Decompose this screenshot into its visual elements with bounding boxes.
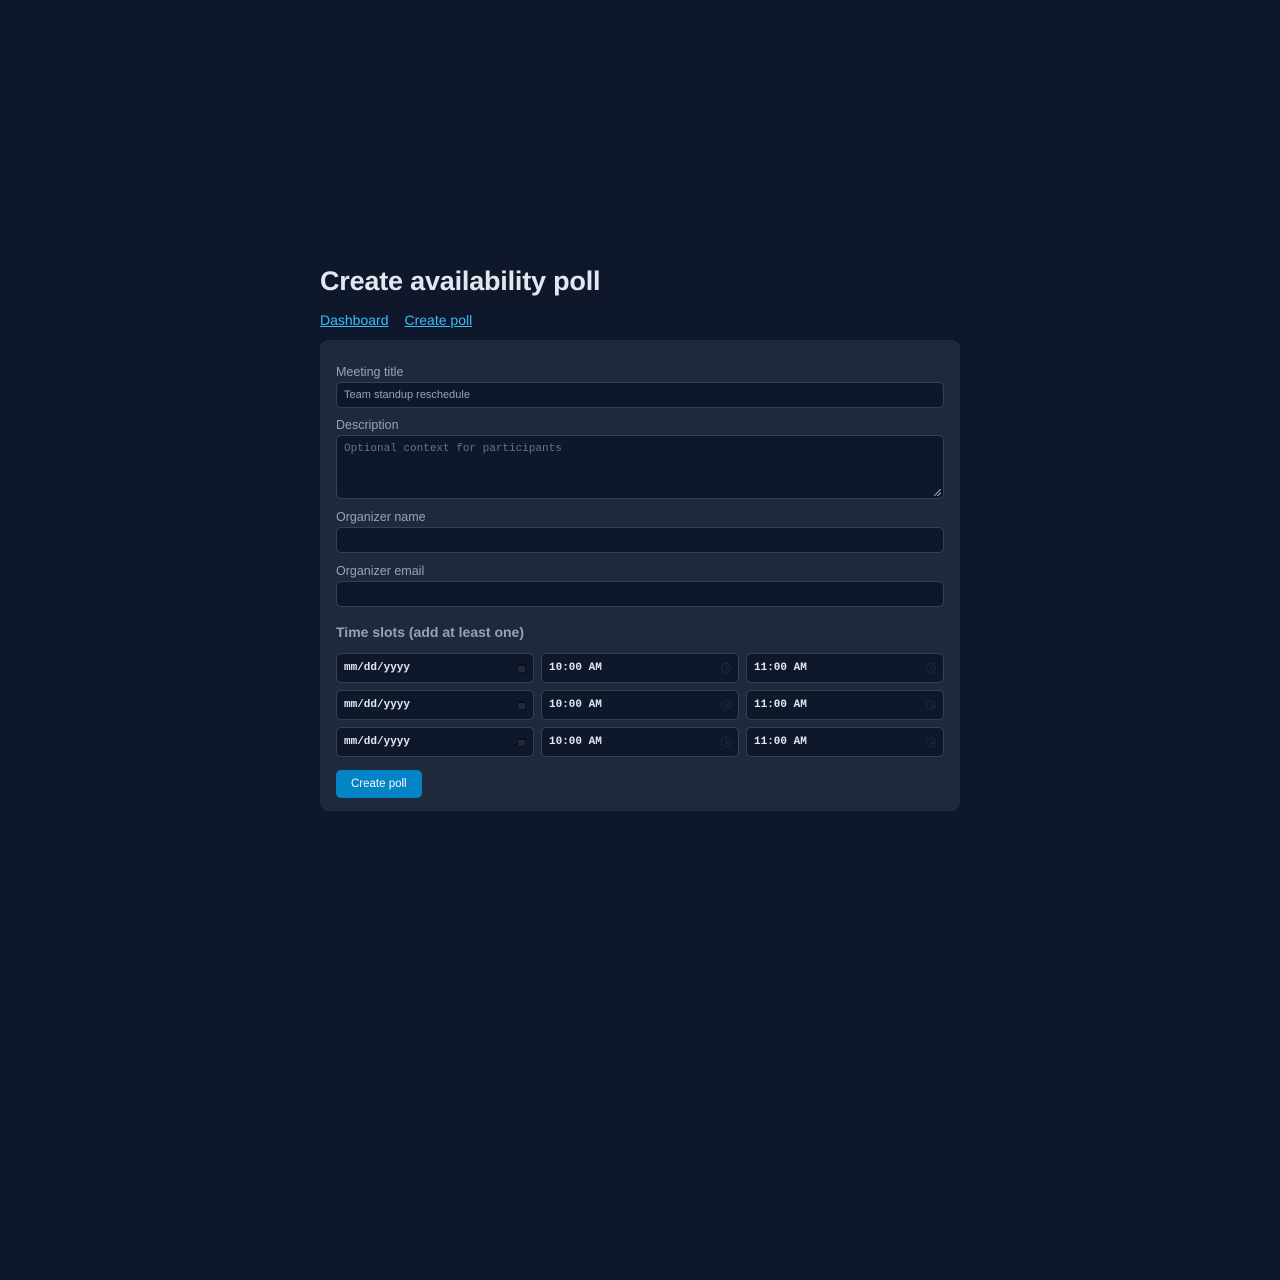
calendar-icon[interactable] [517,737,526,747]
organizer-name-label: Organizer name [336,510,426,524]
clock-icon[interactable] [721,700,731,710]
slot-start-time-input[interactable]: 10:00 AM [541,727,739,757]
nav-link-create-poll[interactable]: Create poll [405,311,473,329]
slot-start-time-input[interactable]: 10:00 AM [541,653,739,683]
time-slot-row: mm/dd/yyyy 10:00 AM 11:00 AM [336,727,944,757]
slot-end-value: 11:00 AM [754,699,807,711]
meeting-title-label: Meeting title [336,365,404,379]
page-container: Create availability poll Dashboard Creat… [320,262,960,811]
organizer-name-input[interactable] [336,527,944,553]
slot-start-value: 10:00 AM [549,699,602,711]
slot-start-time-input[interactable]: 10:00 AM [541,690,739,720]
description-placeholder: Optional context for participants [344,443,562,455]
nav-link-dashboard[interactable]: Dashboard [320,311,389,329]
page-title: Create availability poll [320,266,601,296]
slot-date-value: mm/dd/yyyy [344,736,411,748]
slot-start-value: 10:00 AM [549,736,602,748]
slot-date-input[interactable]: mm/dd/yyyy [336,690,534,720]
clock-icon[interactable] [926,737,936,747]
time-slot-row: mm/dd/yyyy 10:00 AM 11:00 AM [336,653,944,683]
clock-icon[interactable] [926,700,936,710]
calendar-icon[interactable] [517,700,526,710]
slot-end-time-input[interactable]: 11:00 AM [746,727,944,757]
time-slot-row: mm/dd/yyyy 10:00 AM 11:00 AM [336,690,944,720]
slot-date-input[interactable]: mm/dd/yyyy [336,727,534,757]
organizer-email-input[interactable] [336,581,944,607]
description-textarea[interactable]: Optional context for participants [336,435,944,499]
create-poll-button[interactable]: Create poll [336,770,422,798]
time-slots-list: mm/dd/yyyy 10:00 AM 11:00 AM mm/dd/yyyy [336,653,944,757]
create-poll-form: Meeting title Team standup reschedule De… [320,340,960,811]
slot-end-time-input[interactable]: 11:00 AM [746,690,944,720]
slot-end-time-input[interactable]: 11:00 AM [746,653,944,683]
slot-start-value: 10:00 AM [549,662,602,674]
clock-icon[interactable] [926,663,936,673]
slot-end-value: 11:00 AM [754,736,807,748]
slot-date-value: mm/dd/yyyy [344,662,411,674]
slot-end-value: 11:00 AM [754,662,807,674]
calendar-icon[interactable] [517,663,526,673]
organizer-email-label: Organizer email [336,564,425,578]
meeting-title-input[interactable]: Team standup reschedule [336,382,944,408]
clock-icon[interactable] [721,737,731,747]
resize-grip-icon[interactable] [934,489,941,496]
description-label: Description [336,418,399,432]
slot-date-input[interactable]: mm/dd/yyyy [336,653,534,683]
slot-date-value: mm/dd/yyyy [344,699,411,711]
clock-icon[interactable] [721,663,731,673]
top-nav: Dashboard Create poll [320,311,960,329]
time-slots-heading: Time slots (add at least one) [336,624,525,640]
